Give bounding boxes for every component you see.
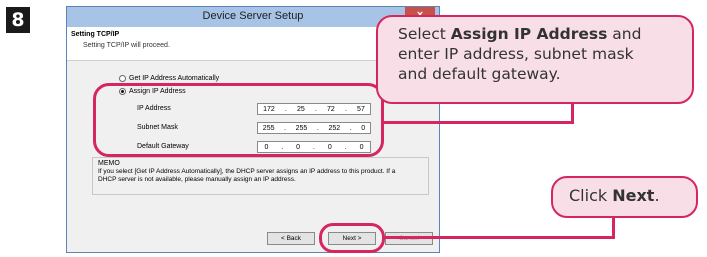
next-callout-text: Click Next. [569, 186, 660, 206]
callout-next-pre: Click [569, 186, 613, 205]
callout-assign-rest: and [607, 25, 642, 43]
memo-title: MEMO [98, 160, 120, 167]
connector-line-top [382, 121, 574, 124]
callout-next-post: . [654, 186, 660, 205]
memo-text: If you select [Get IP Address Automatica… [98, 168, 396, 183]
header-title: Setting TCP/IP [71, 31, 120, 38]
connector-line-bottom [385, 236, 615, 239]
callout-assign-pre: Select [398, 25, 451, 43]
ip-fields-highlight [93, 83, 384, 157]
radio-get-ip-auto[interactable]: Get IP Address Automatically [119, 75, 219, 82]
radio-auto-label: Get IP Address Automatically [129, 75, 220, 82]
callout-next-bold: Next [612, 186, 655, 205]
memo-box: MEMO If you select [Get IP Address Autom… [92, 157, 429, 195]
step-number-badge: 8 [6, 7, 30, 33]
next-button-highlight [319, 223, 385, 253]
radio-unchecked-icon [119, 75, 126, 82]
callout-assign-bold: Assign IP Address [450, 25, 608, 43]
callout-assign-line2: enter IP address, subnet mask [398, 45, 634, 63]
back-button[interactable]: < Back [267, 232, 315, 245]
header-subtitle: Setting TCP/IP will proceed. [83, 42, 170, 49]
assign-ip-callout-text: Select Assign IP Address and enter IP ad… [398, 24, 641, 84]
connector-line-top-vertical [571, 101, 574, 124]
callout-assign-line3: and default gateway. [398, 65, 561, 83]
